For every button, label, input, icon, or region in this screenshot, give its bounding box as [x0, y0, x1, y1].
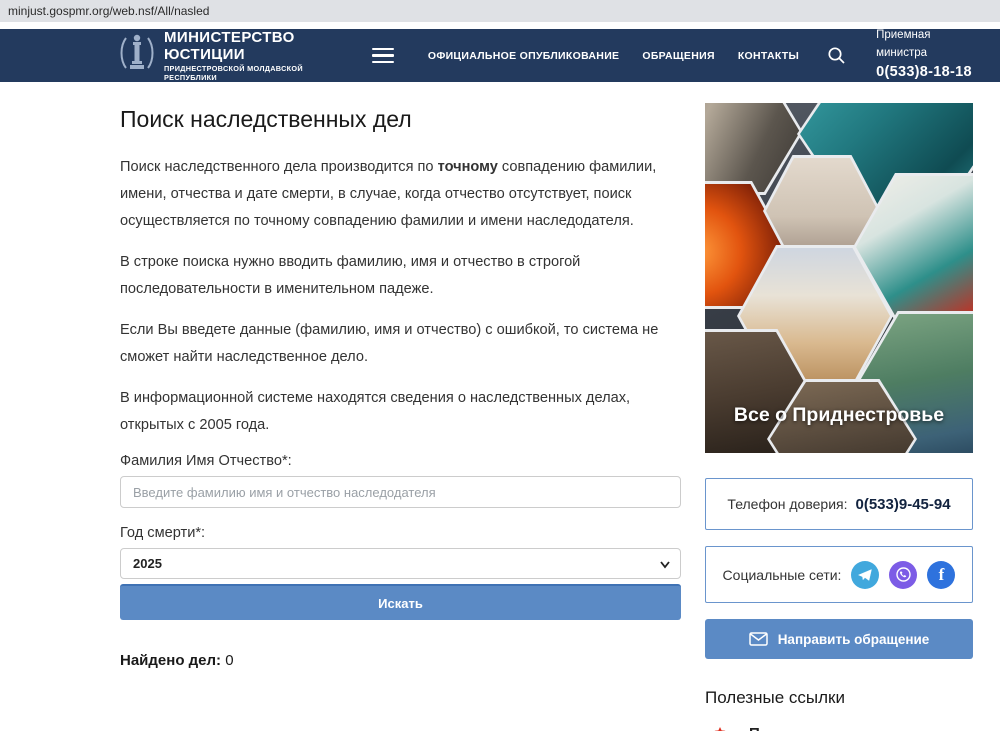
useful-links-title: Полезные ссылки [705, 688, 973, 708]
p1-bold-word: точному [438, 159, 498, 175]
viber-icon[interactable] [889, 561, 917, 589]
ministry-logo[interactable]: МИНИСТЕРСТВО ЮСТИЦИИ ПРИДНЕСТРОВСКОЙ МОЛ… [118, 29, 350, 82]
ministry-title: МИНИСТЕРСТВО ЮСТИЦИИ [164, 29, 350, 63]
ministry-emblem-icon [118, 32, 156, 79]
page-title: Поиск наследственных дел [120, 106, 681, 133]
useful-link-label: П [749, 725, 760, 731]
page-body: Поиск наследственных дел Поиск наследств… [0, 82, 1000, 731]
main-content: Поиск наследственных дел Поиск наследств… [120, 106, 681, 731]
nav-appeals[interactable]: ОБРАЩЕНИЯ [642, 50, 714, 62]
results-count: 0 [225, 652, 233, 669]
minister-reception: Приемная министра 0(533)8-18-18 [876, 27, 972, 83]
appeal-button-label: Направить обращение [778, 632, 930, 647]
page-top-gap [0, 22, 1000, 29]
name-field-label: Фамилия Имя Отчество*: [120, 453, 681, 469]
envelope-icon [749, 632, 768, 646]
nav-contacts[interactable]: КОНТАКТЫ [738, 50, 799, 62]
social-box: Социальные сети: f [705, 546, 973, 603]
intro-paragraph-4: В информационной системе находятся сведе… [120, 385, 681, 439]
main-nav: ОФИЦИАЛЬНОЕ ОПУБЛИКОВАНИЕ ОБРАЩЕНИЯ КОНТ… [428, 50, 799, 62]
nav-official-publication[interactable]: ОФИЦИАЛЬНОЕ ОПУБЛИКОВАНИЕ [428, 50, 620, 62]
menu-hamburger-icon[interactable] [372, 48, 394, 64]
hotline-phone: 0(533)9-45-94 [856, 496, 951, 513]
name-input[interactable] [120, 476, 681, 508]
ministry-subtitle: ПРИДНЕСТРОВСКОЙ МОЛДАВСКОЙ РЕСПУБЛИКИ [164, 64, 350, 82]
useful-link-item[interactable]: П [705, 725, 973, 731]
death-year-select[interactable]: 2025 [120, 548, 681, 579]
site-header: МИНИСТЕРСТВО ЮСТИЦИИ ПРИДНЕСТРОВСКОЙ МОЛ… [0, 29, 1000, 82]
pridnestrovie-banner[interactable]: Все о Приднестровье [705, 103, 973, 453]
search-icon[interactable] [827, 46, 846, 65]
reception-phone: 0(533)8-18-18 [876, 62, 972, 84]
telegram-icon[interactable] [851, 561, 879, 589]
hotline-label: Телефон доверия: [727, 496, 847, 512]
address-bar[interactable]: minjust.gospmr.org/web.nsf/All/nasled [0, 0, 1000, 22]
reception-label: Приемная министра [876, 27, 972, 62]
results-count-line: Найдено дел: 0 [120, 652, 681, 669]
search-submit-button[interactable]: Искать [120, 584, 681, 620]
pmr-emblem-icon [705, 725, 735, 731]
send-appeal-button[interactable]: Направить обращение [705, 619, 973, 659]
results-label: Найдено дел: [120, 652, 221, 669]
intro-paragraph-2: В строке поиска нужно вводить фамилию, и… [120, 249, 681, 303]
hotline-box: Телефон доверия: 0(533)9-45-94 [705, 478, 973, 530]
year-field-label: Год смерти*: [120, 525, 681, 541]
intro-paragraph-1: Поиск наследственного дела производится … [120, 154, 681, 235]
banner-caption: Все о Приднестровье [705, 404, 973, 427]
ministry-name: МИНИСТЕРСТВО ЮСТИЦИИ ПРИДНЕСТРОВСКОЙ МОЛ… [164, 29, 350, 82]
facebook-icon[interactable]: f [927, 561, 955, 589]
sidebar: Все о Приднестровье Телефон доверия: 0(5… [705, 103, 973, 731]
intro-paragraph-3: Если Вы введете данные (фамилию, имя и о… [120, 317, 681, 371]
p1-before: Поиск наследственного дела производится … [120, 159, 438, 175]
social-label: Социальные сети: [723, 567, 842, 583]
